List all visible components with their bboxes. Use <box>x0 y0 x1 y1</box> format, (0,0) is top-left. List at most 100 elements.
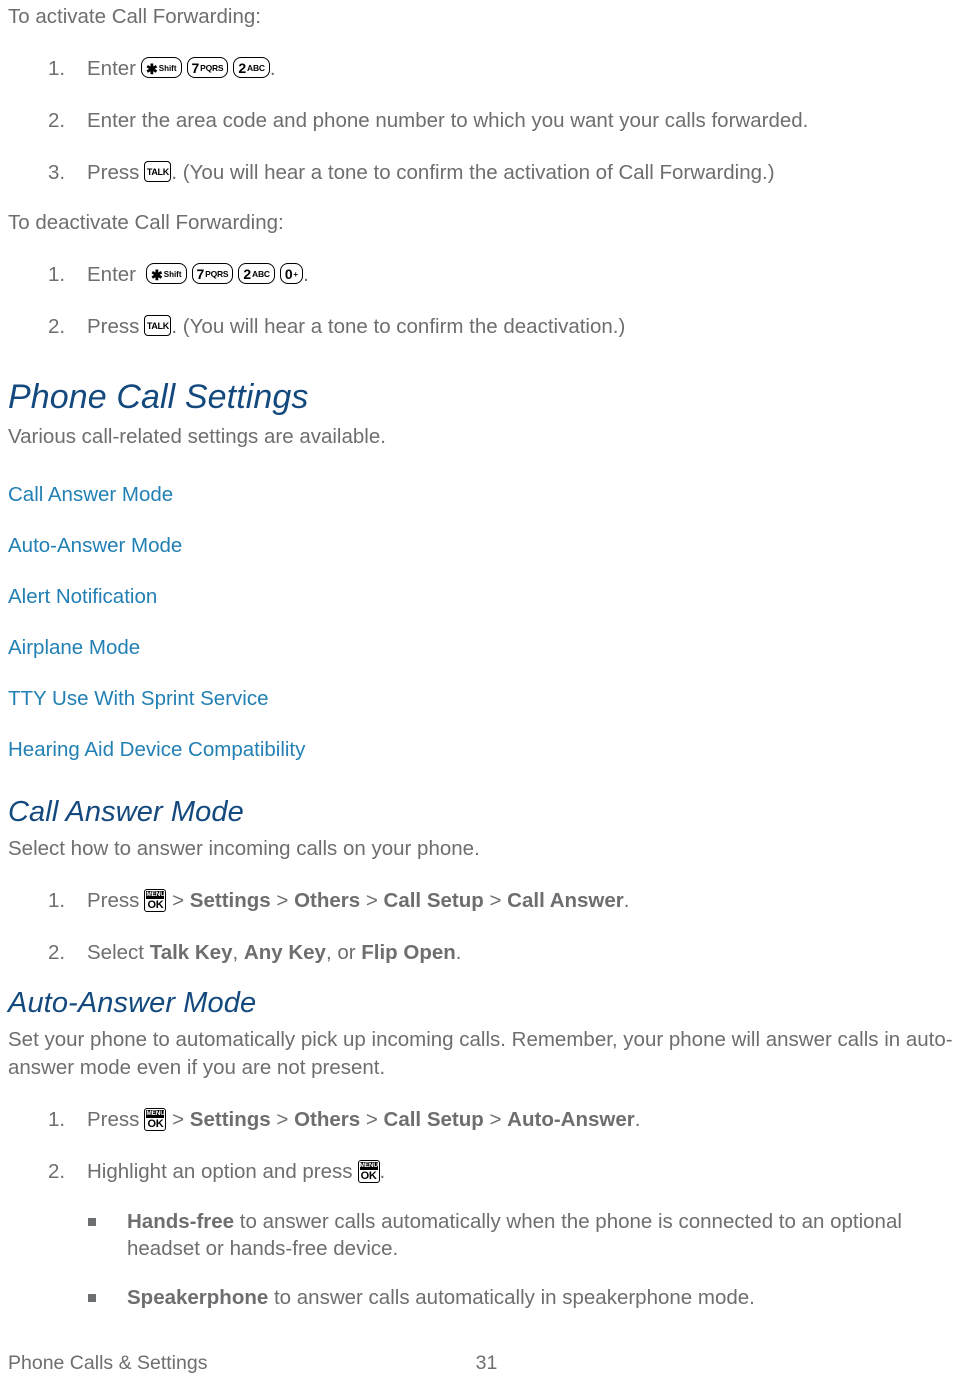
step-number: 2. <box>48 941 66 964</box>
path-separator: > <box>365 1108 378 1131</box>
call-answer-mode-steps: 1. Press MENU OK > Settings > Others > Call… <box>8 887 965 967</box>
list-item: 1. Enter ✱Shift 7PQRS 2ABC 0+. <box>8 261 965 289</box>
step-number: 1. <box>48 889 66 912</box>
page-title: Phone Call Settings <box>8 378 309 416</box>
abc-label: ABC <box>247 63 265 73</box>
ok-label: OK <box>147 899 164 911</box>
link-auto-answer-mode[interactable]: Auto-Answer Mode <box>8 532 965 560</box>
step-text-suffix: . <box>269 57 276 80</box>
option-any-key: Any Key <box>243 941 326 964</box>
step-number: 2. <box>48 315 66 338</box>
two-abc-key: 2ABC <box>233 57 270 78</box>
step-number: 2. <box>48 1160 66 1183</box>
list-item: 2. Select Talk Key, Any Key, or Flip Open… <box>8 939 965 967</box>
list-item: 2. Press TALK. (You will hear a tone to co… <box>8 313 965 341</box>
link-tty-use-with-sprint-service[interactable]: TTY Use With Sprint Service <box>8 685 965 713</box>
square-bullet-icon <box>88 1294 96 1302</box>
step-text-suffix: . <box>379 1160 386 1183</box>
list-item: 3. Press TALK. (You will hear a tone to co… <box>8 159 965 187</box>
list-item: 1. Press MENU OK > Settings > Others > Call… <box>8 887 965 915</box>
list-item: 2. Highlight an option and press MENU OK. <box>8 1158 965 1186</box>
link-hearing-aid-device-compatibility[interactable]: Hearing Aid Device Compatibility <box>8 736 965 764</box>
deactivate-intro: To deactivate Call Forwarding: <box>8 211 284 234</box>
list-item: 1. Enter ✱Shift 7PQRS 2ABC. <box>8 55 965 83</box>
step-text-suffix: . (You will hear a tone to confirm the d… <box>171 315 626 338</box>
heading-call-answer-mode: Call Answer Mode <box>8 796 244 828</box>
ok-label: OK <box>147 1118 164 1130</box>
ok-label: OK <box>360 1170 377 1182</box>
pqrs-label: PQRS <box>200 63 224 73</box>
menu-label: MENU <box>146 891 165 899</box>
path-separator: > <box>489 1108 502 1131</box>
menu-label: MENU <box>146 1110 165 1118</box>
phone-call-settings-description: Various call-related settings are availa… <box>8 425 386 448</box>
call-answer-mode-description: Select how to answer incoming calls on y… <box>8 837 480 860</box>
manual-page: To activate Call Forwarding: 1. Enter ✱Shi… <box>0 0 973 1396</box>
star-glyph: ✱ <box>151 267 163 283</box>
step-number: 1. <box>48 1108 66 1131</box>
footer-page-number: 31 <box>475 1352 498 1374</box>
activate-steps: 1. Enter ✱Shift 7PQRS 2ABC. 2. Enter the area… <box>8 55 965 187</box>
menu-label: MENU <box>359 1162 378 1170</box>
heading-auto-answer-mode: Auto-Answer Mode <box>8 987 257 1019</box>
menu-path-settings: Settings <box>189 1108 271 1131</box>
star-shift-key: ✱Shift <box>141 57 182 78</box>
joiner: , or <box>325 941 356 964</box>
step-number: 3. <box>48 161 66 184</box>
list-item: 1. Press MENU OK > Settings > Others > Call… <box>8 1106 965 1134</box>
step-text-prefix: Press <box>87 889 140 912</box>
path-separator: > <box>489 889 502 912</box>
two-digit: 2 <box>243 266 251 282</box>
option-flip-open: Flip Open <box>361 941 456 964</box>
deactivate-steps: 1. Enter ✱Shift 7PQRS 2ABC 0+. 2. Press TALK. (… <box>8 261 965 341</box>
seven-pqrs-key: 7PQRS <box>186 57 229 78</box>
menu-ok-key: MENU OK <box>357 1160 380 1183</box>
link-alert-notification[interactable]: Alert Notification <box>8 583 965 611</box>
step-text-suffix: . <box>303 263 309 286</box>
star-glyph: ✱ <box>146 61 158 77</box>
menu-path-call-setup: Call Setup <box>383 889 484 912</box>
two-abc-key: 2ABC <box>238 263 275 284</box>
auto-answer-mode-steps: 1. Press MENU OK > Settings > Others > Call… <box>8 1106 965 1186</box>
step-number: 1. <box>48 263 66 286</box>
star-shift-label: Shift <box>158 64 177 73</box>
menu-path-auto-answer: Auto-Answer <box>507 1108 635 1131</box>
step-text-prefix: Press <box>87 1108 140 1131</box>
path-separator: > <box>365 889 378 912</box>
menu-ok-key: MENU OK <box>144 889 167 912</box>
option-speakerphone: Speakerphone <box>127 1286 269 1309</box>
step-text-prefix: Press <box>87 315 140 338</box>
menu-path-others: Others <box>294 889 361 912</box>
path-separator: > <box>172 1108 185 1131</box>
link-airplane-mode[interactable]: Airplane Mode <box>8 634 965 662</box>
link-call-answer-mode[interactable]: Call Answer Mode <box>8 481 965 509</box>
path-separator: > <box>276 1108 289 1131</box>
star-shift-key: ✱Shift <box>146 263 187 284</box>
seven-digit: 7 <box>196 266 205 282</box>
step-text-prefix: Select <box>87 941 144 964</box>
option-talk-key: Talk Key <box>149 941 233 964</box>
step-number: 1. <box>48 57 66 80</box>
activate-intro: To activate Call Forwarding: <box>8 5 261 28</box>
menu-path-others: Others <box>294 1108 361 1131</box>
step-text-suffix: . <box>623 889 630 912</box>
step-text-suffix: . <box>634 1108 641 1131</box>
two-digit: 2 <box>238 60 246 76</box>
step-text-suffix: . <box>455 941 462 964</box>
comma: , <box>232 941 239 964</box>
menu-path-call-answer: Call Answer <box>507 889 624 912</box>
square-bullet-icon <box>88 1218 96 1226</box>
pqrs-label: PQRS <box>205 269 229 279</box>
step-number: 2. <box>48 109 66 132</box>
abc-label: ABC <box>252 269 270 279</box>
option-hands-free: Hands-free <box>127 1210 235 1233</box>
seven-pqrs-key: 7PQRS <box>191 263 234 284</box>
option-speakerphone-description: to answer calls automatically in speaker… <box>273 1286 755 1309</box>
list-item: 2. Enter the area code and phone number t… <box>8 107 965 135</box>
star-shift-label: Shift <box>163 270 182 279</box>
path-separator: > <box>172 889 185 912</box>
talk-key: TALK <box>144 161 172 182</box>
section-links: Call Answer Mode Auto-Answer Mode Alert … <box>8 481 965 764</box>
step-text: Enter the area code and phone number to … <box>87 109 809 132</box>
auto-answer-options: Hands-free to answer calls automatically… <box>8 1208 965 1311</box>
